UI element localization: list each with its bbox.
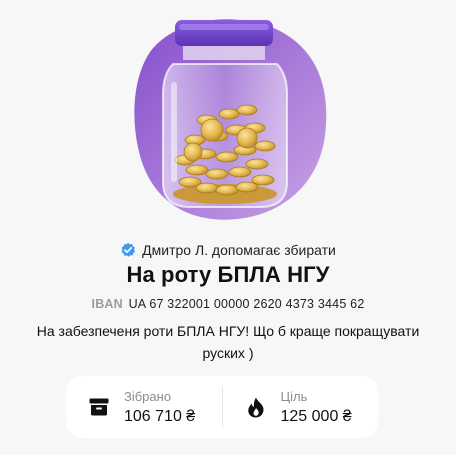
- iban-number[interactable]: UA 67 322001 00000 2620 4373 3445 62: [129, 297, 365, 311]
- iban-row[interactable]: IBAN UA 67 322001 00000 2620 4373 3445 6…: [0, 297, 456, 311]
- jar-illustration: [0, 0, 456, 236]
- jar-description: На забезпеченя роти БПЛА НГУ! Що б краще…: [36, 323, 420, 361]
- page-title: На роту БПЛА НГУ: [126, 262, 330, 287]
- collected-label: Зібрано: [124, 388, 172, 404]
- stat-goal: Ціль 125 000 ₴: [223, 376, 379, 438]
- iban-label: IBAN: [91, 297, 123, 311]
- archive-box-icon: [88, 396, 110, 418]
- stats-card: Зібрано 106 710 ₴ Ціль 125 000 ₴: [66, 376, 378, 438]
- organizer-text: Дмитро Л. допомагає збирати: [142, 242, 336, 258]
- organizer-row: Дмитро Л. допомагає збирати: [0, 242, 456, 258]
- money-jar: [162, 20, 288, 208]
- verified-check-icon: [121, 242, 136, 257]
- goal-label: Ціль: [280, 388, 308, 404]
- collected-value: 106 710 ₴: [124, 407, 196, 425]
- goal-value: 125 000 ₴: [280, 407, 352, 425]
- stat-collected: Зібрано 106 710 ₴: [66, 376, 222, 438]
- flame-icon: [245, 396, 267, 418]
